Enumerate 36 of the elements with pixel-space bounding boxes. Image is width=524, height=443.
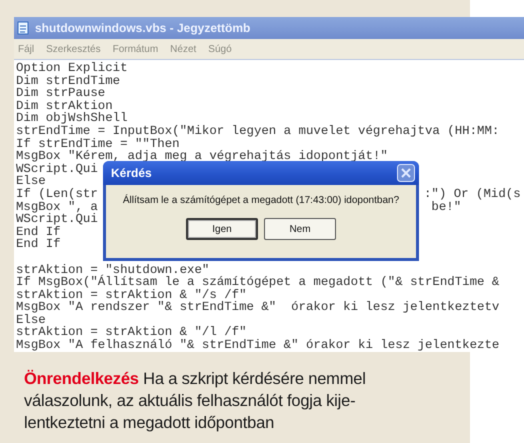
menu-item[interactable]: Szerkesztés bbox=[46, 44, 101, 54]
code-line: Option Explicit bbox=[16, 61, 128, 75]
code-line: Dim strAktion bbox=[16, 98, 113, 113]
menu-item[interactable]: Fájl bbox=[18, 44, 34, 54]
menu-item[interactable]: Súgó bbox=[208, 44, 232, 54]
dialog-button[interactable]: Igen bbox=[186, 218, 258, 240]
code-line: strAktion = strAktion & "/s /f" bbox=[16, 288, 247, 302]
code-line: If strEndTime = ""Then bbox=[16, 136, 180, 151]
code-line: End If bbox=[16, 224, 61, 239]
code-line: End If bbox=[16, 237, 61, 252]
menu-item[interactable]: Formátum bbox=[112, 44, 158, 54]
menu-item[interactable]: Nézet bbox=[170, 44, 196, 54]
code-line: Else bbox=[16, 312, 46, 327]
notepad-icon bbox=[17, 21, 30, 35]
code-line: Dim strEndTime bbox=[16, 74, 120, 88]
dialog-button[interactable]: Nem bbox=[264, 218, 336, 240]
code-line: WScript.Qui bbox=[16, 212, 98, 226]
code-line: MsgBox ", a bbox=[16, 200, 98, 214]
code-line: Else bbox=[16, 174, 46, 188]
code-line: MsgBox "A felhasználó "& strEndTime &" órakor ki lesz jelentkezte bbox=[16, 338, 500, 352]
code-line: If MsgBox("Állítsam le a számítógépet a megadott ("& strEndTime & bbox=[16, 275, 500, 290]
dialog-message: Állítsam le a számítógépet a megadott (17:43:00) idopontban? bbox=[122, 195, 400, 206]
code-line: strEndTime = InputBox("Mikor legyen a muvelet végrehajtva (HH:MM: bbox=[16, 124, 500, 138]
code-line: Dim objWshShell bbox=[16, 111, 128, 126]
dialog-title: Kérdés bbox=[111, 166, 152, 180]
code-line: strAktion = strAktion & "/l /f" bbox=[16, 325, 247, 340]
code-line: If (Len(str bbox=[16, 186, 98, 201]
code-line: MsgBox "Kérem, adja meg a végrehajtás idopontját!" bbox=[16, 149, 388, 164]
close-icon[interactable] bbox=[397, 164, 415, 182]
caption-text: Önrendelkezés Ha a szkript kérdésére nemmel válaszolunk, az aktuális felhasználót fogja kije- lentkeztetni a megadott időpontban bbox=[0, 352, 470, 443]
code-line: MsgBox "A rendszer "& strEndTime &" órakor ki lesz jelentkeztetv bbox=[16, 300, 500, 314]
code-line: :") Or (Mid(s bbox=[424, 188, 521, 201]
window-title: shutdownwindows.vbs - Jegyzettömb bbox=[35, 21, 250, 35]
code-line: Dim strPause bbox=[16, 86, 106, 100]
code-line: WScript.Qui bbox=[16, 162, 98, 176]
code-line: be!" bbox=[431, 200, 462, 214]
